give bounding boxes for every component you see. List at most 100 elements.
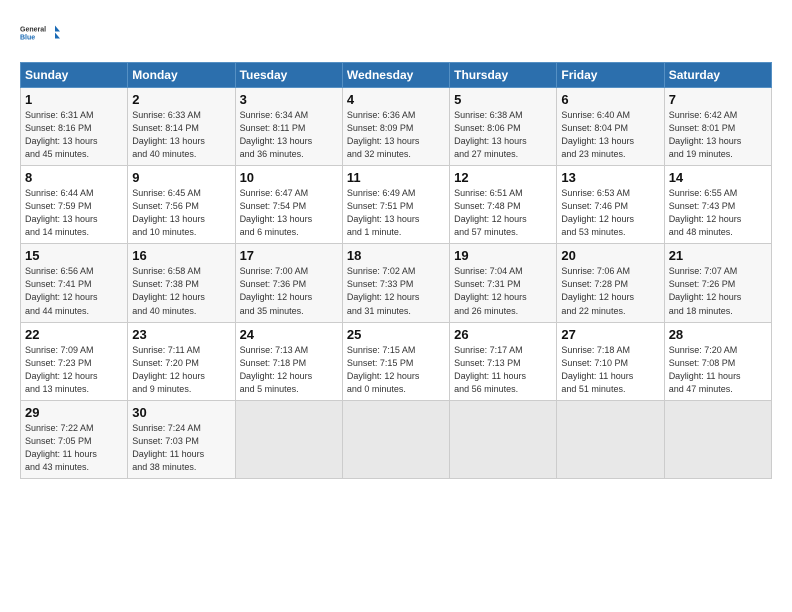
table-row: 7 Sunrise: 6:42 AMSunset: 8:01 PMDaylight… — [664, 88, 771, 166]
day-number: 16 — [132, 248, 230, 263]
day-info: Sunrise: 6:40 AMSunset: 8:04 PMDaylight:… — [561, 110, 634, 159]
table-row: 30 Sunrise: 7:24 AMSunset: 7:03 PMDayligh… — [128, 400, 235, 478]
day-info: Sunrise: 6:38 AMSunset: 8:06 PMDaylight:… — [454, 110, 527, 159]
day-number: 7 — [669, 92, 767, 107]
day-info: Sunrise: 6:42 AMSunset: 8:01 PMDaylight:… — [669, 110, 742, 159]
calendar-row: 22 Sunrise: 7:09 AMSunset: 7:23 PMDayligh… — [21, 322, 772, 400]
calendar-header: Sunday Monday Tuesday Wednesday Thursday… — [21, 63, 772, 88]
table-row: 28 Sunrise: 7:20 AMSunset: 7:08 PMDayligh… — [664, 322, 771, 400]
day-info: Sunrise: 7:13 AMSunset: 7:18 PMDaylight:… — [240, 345, 313, 394]
svg-text:Blue: Blue — [20, 35, 35, 42]
table-row: 15 Sunrise: 6:56 AMSunset: 7:41 PMDayligh… — [21, 244, 128, 322]
day-info: Sunrise: 6:47 AMSunset: 7:54 PMDaylight:… — [240, 188, 313, 237]
day-info: Sunrise: 6:33 AMSunset: 8:14 PMDaylight:… — [132, 110, 205, 159]
day-info: Sunrise: 6:58 AMSunset: 7:38 PMDaylight:… — [132, 266, 205, 315]
col-tuesday: Tuesday — [235, 63, 342, 88]
col-friday: Friday — [557, 63, 664, 88]
logo-icon: General Blue — [20, 16, 60, 52]
table-row: 25Sunrise: 7:15 AMSunset: 7:15 PMDayligh… — [342, 322, 449, 400]
table-row: 29 Sunrise: 7:22 AMSunset: 7:05 PMDayligh… — [21, 400, 128, 478]
day-info: Sunrise: 7:17 AMSunset: 7:13 PMDaylight:… — [454, 345, 526, 394]
day-info: Sunrise: 7:07 AMSunset: 7:26 PMDaylight:… — [669, 266, 742, 315]
day-info: Sunrise: 7:09 AMSunset: 7:23 PMDaylight:… — [25, 345, 98, 394]
day-info: Sunrise: 6:56 AMSunset: 7:41 PMDaylight:… — [25, 266, 98, 315]
table-row: 27 Sunrise: 7:18 AMSunset: 7:10 PMDayligh… — [557, 322, 664, 400]
day-number: 30 — [132, 405, 230, 420]
table-row: 14Sunrise: 6:55 AMSunset: 7:43 PMDayligh… — [664, 166, 771, 244]
day-number: 27 — [561, 327, 659, 342]
table-row — [342, 400, 449, 478]
day-number: 10 — [240, 170, 338, 185]
svg-text:General: General — [20, 27, 46, 34]
calendar-body: 1Sunrise: 6:31 AMSunset: 8:16 PMDaylight… — [21, 88, 772, 479]
day-number: 8 — [25, 170, 123, 185]
day-info: Sunrise: 7:11 AMSunset: 7:20 PMDaylight:… — [132, 345, 205, 394]
logo-svg: General Blue — [20, 16, 60, 52]
table-row — [557, 400, 664, 478]
table-row: 16 Sunrise: 6:58 AMSunset: 7:38 PMDayligh… — [128, 244, 235, 322]
page: General Blue Sunday Monday Tuesday Wedne… — [0, 0, 792, 491]
table-row: 1Sunrise: 6:31 AMSunset: 8:16 PMDaylight… — [21, 88, 128, 166]
day-info: Sunrise: 7:20 AMSunset: 7:08 PMDaylight:… — [669, 345, 741, 394]
day-info: Sunrise: 6:53 AMSunset: 7:46 PMDaylight:… — [561, 188, 634, 237]
day-info: Sunrise: 7:18 AMSunset: 7:10 PMDaylight:… — [561, 345, 633, 394]
table-row: 9 Sunrise: 6:45 AMSunset: 7:56 PMDaylight… — [128, 166, 235, 244]
day-info: Sunrise: 7:24 AMSunset: 7:03 PMDaylight:… — [132, 423, 204, 472]
day-number: 5 — [454, 92, 552, 107]
day-info: Sunrise: 7:22 AMSunset: 7:05 PMDaylight:… — [25, 423, 97, 472]
col-monday: Monday — [128, 63, 235, 88]
table-row: 19Sunrise: 7:04 AMSunset: 7:31 PMDayligh… — [450, 244, 557, 322]
table-row: 24 Sunrise: 7:13 AMSunset: 7:18 PMDayligh… — [235, 322, 342, 400]
day-number: 6 — [561, 92, 659, 107]
table-row — [450, 400, 557, 478]
table-row: 23 Sunrise: 7:11 AMSunset: 7:20 PMDayligh… — [128, 322, 235, 400]
calendar-row: 1Sunrise: 6:31 AMSunset: 8:16 PMDaylight… — [21, 88, 772, 166]
day-info: Sunrise: 7:02 AMSunset: 7:33 PMDaylight:… — [347, 266, 420, 315]
table-row: 20Sunrise: 7:06 AMSunset: 7:28 PMDayligh… — [557, 244, 664, 322]
day-number: 9 — [132, 170, 230, 185]
day-info: Sunrise: 6:51 AMSunset: 7:48 PMDaylight:… — [454, 188, 527, 237]
day-number: 3 — [240, 92, 338, 107]
day-number: 14 — [669, 170, 767, 185]
day-number: 4 — [347, 92, 445, 107]
table-row: 5 Sunrise: 6:38 AMSunset: 8:06 PMDaylight… — [450, 88, 557, 166]
day-number: 19 — [454, 248, 552, 263]
day-info: Sunrise: 6:31 AMSunset: 8:16 PMDaylight:… — [25, 110, 98, 159]
table-row: 22 Sunrise: 7:09 AMSunset: 7:23 PMDayligh… — [21, 322, 128, 400]
calendar-row: 29 Sunrise: 7:22 AMSunset: 7:05 PMDayligh… — [21, 400, 772, 478]
day-number: 25 — [347, 327, 445, 342]
table-row: 12Sunrise: 6:51 AMSunset: 7:48 PMDayligh… — [450, 166, 557, 244]
day-info: Sunrise: 6:45 AMSunset: 7:56 PMDaylight:… — [132, 188, 205, 237]
day-number: 23 — [132, 327, 230, 342]
table-row — [664, 400, 771, 478]
day-number: 22 — [25, 327, 123, 342]
day-number: 18 — [347, 248, 445, 263]
day-number: 29 — [25, 405, 123, 420]
calendar-row: 8 Sunrise: 6:44 AMSunset: 7:59 PMDaylight… — [21, 166, 772, 244]
calendar-row: 15 Sunrise: 6:56 AMSunset: 7:41 PMDayligh… — [21, 244, 772, 322]
table-row: 26Sunrise: 7:17 AMSunset: 7:13 PMDayligh… — [450, 322, 557, 400]
day-info: Sunrise: 6:44 AMSunset: 7:59 PMDaylight:… — [25, 188, 98, 237]
day-number: 11 — [347, 170, 445, 185]
day-info: Sunrise: 7:06 AMSunset: 7:28 PMDaylight:… — [561, 266, 634, 315]
day-info: Sunrise: 6:49 AMSunset: 7:51 PMDaylight:… — [347, 188, 420, 237]
table-row: 4 Sunrise: 6:36 AMSunset: 8:09 PMDaylight… — [342, 88, 449, 166]
calendar-table: Sunday Monday Tuesday Wednesday Thursday… — [20, 62, 772, 479]
col-thursday: Thursday — [450, 63, 557, 88]
day-info: Sunrise: 7:00 AMSunset: 7:36 PMDaylight:… — [240, 266, 313, 315]
table-row: 11 Sunrise: 6:49 AMSunset: 7:51 PMDayligh… — [342, 166, 449, 244]
day-info: Sunrise: 6:34 AMSunset: 8:11 PMDaylight:… — [240, 110, 313, 159]
table-row: 10 Sunrise: 6:47 AMSunset: 7:54 PMDayligh… — [235, 166, 342, 244]
day-number: 24 — [240, 327, 338, 342]
day-number: 2 — [132, 92, 230, 107]
table-row: 21Sunrise: 7:07 AMSunset: 7:26 PMDayligh… — [664, 244, 771, 322]
day-number: 28 — [669, 327, 767, 342]
table-row: 6 Sunrise: 6:40 AMSunset: 8:04 PMDaylight… — [557, 88, 664, 166]
logo: General Blue — [20, 16, 60, 52]
day-info: Sunrise: 6:36 AMSunset: 8:09 PMDaylight:… — [347, 110, 420, 159]
col-saturday: Saturday — [664, 63, 771, 88]
day-number: 15 — [25, 248, 123, 263]
table-row: 18 Sunrise: 7:02 AMSunset: 7:33 PMDayligh… — [342, 244, 449, 322]
day-number: 13 — [561, 170, 659, 185]
col-sunday: Sunday — [21, 63, 128, 88]
